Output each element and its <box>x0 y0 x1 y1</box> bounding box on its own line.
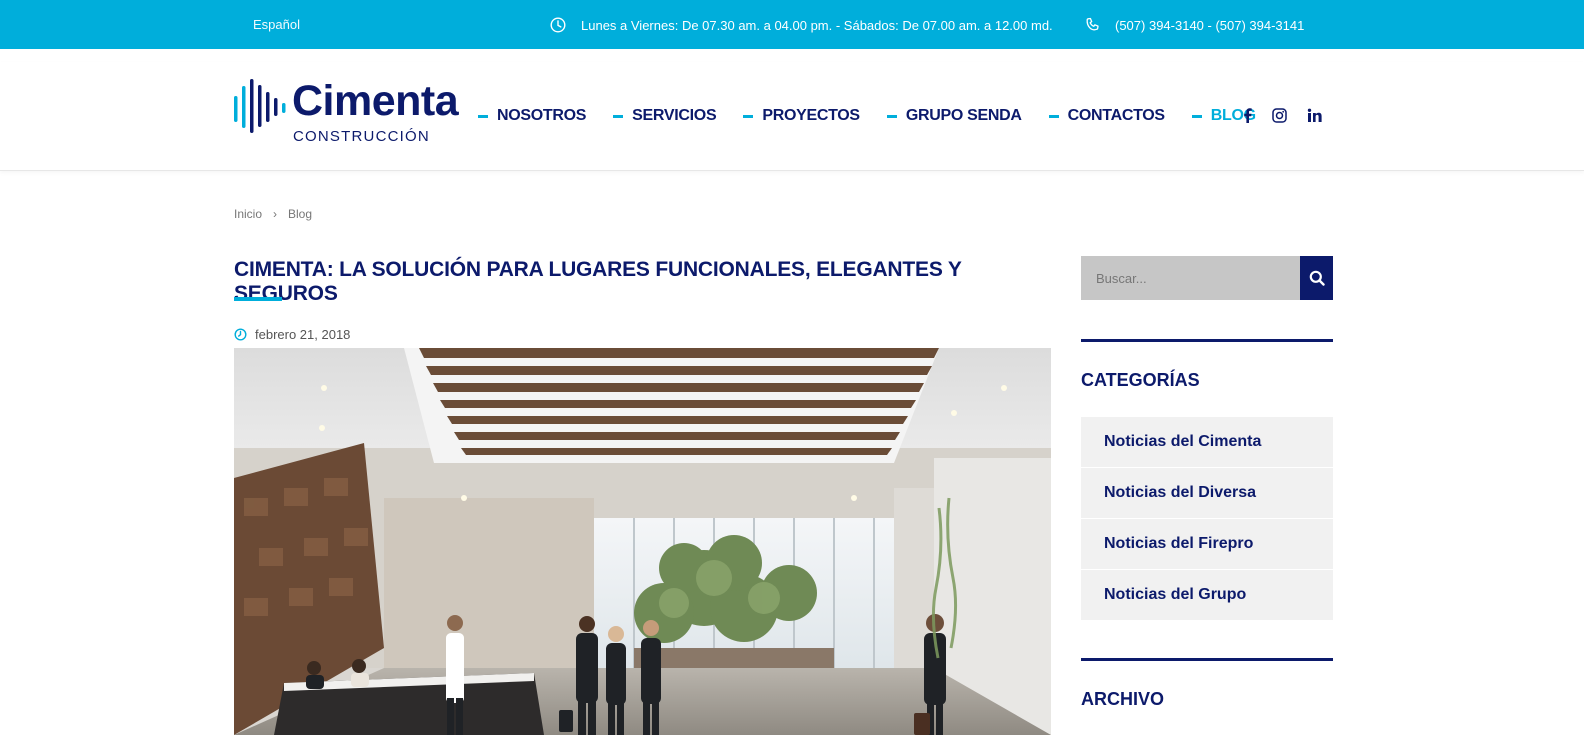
nav-dash <box>1048 114 1059 118</box>
nav-dash <box>478 114 488 118</box>
category-item[interactable]: Noticias del Diversa <box>1081 468 1333 518</box>
search-button[interactable] <box>1300 256 1333 300</box>
nav-item-nosotros[interactable]: NOSOTROS <box>478 107 586 125</box>
category-item[interactable]: Noticias del Cimenta <box>1081 417 1333 467</box>
linkedin-icon[interactable] <box>1307 108 1322 128</box>
nav-label: CONTACTOS <box>1067 107 1165 124</box>
phone-text[interactable]: (507) 394-3140 - (507) 394-3141 <box>1115 18 1304 33</box>
chevron-right-icon: › <box>273 207 278 221</box>
nav-dash <box>743 114 754 118</box>
breadcrumb-home[interactable]: Inicio <box>234 207 262 221</box>
nav-item-proyectos[interactable]: PROYECTOS <box>743 107 860 125</box>
main-nav: NOSOTROS SERVICIOS PROYECTOS GRUPO SENDA… <box>478 107 1283 125</box>
breadcrumb: Inicio › Blog <box>234 207 312 221</box>
facebook-icon[interactable] <box>1243 108 1252 128</box>
nav-label: GRUPO SENDA <box>905 107 1022 124</box>
business-hours: Lunes a Viernes: De 07.30 am. a 04.00 pm… <box>550 17 1053 33</box>
breadcrumb-current: Blog <box>288 207 313 221</box>
search-box: Buscar... <box>1081 256 1333 300</box>
category-item[interactable]: Noticias del Firepro <box>1081 519 1333 569</box>
post-title[interactable]: CIMENTA: LA SOLUCIÓN PARA LUGARES FUNCIO… <box>234 258 1064 306</box>
logo-name: Cimenta <box>292 77 459 125</box>
nav-label: SERVICIOS <box>632 107 717 124</box>
instagram-icon[interactable] <box>1272 108 1287 128</box>
post-featured-image[interactable] <box>234 348 1051 735</box>
lobby-render-image <box>234 348 1051 735</box>
nav-item-grupo-senda[interactable]: GRUPO SENDA <box>886 107 1022 125</box>
logo-subtitle: CONSTRUCCIÓN <box>293 128 430 145</box>
post-date-text: febrero 21, 2018 <box>255 327 351 342</box>
archive-title: ARCHIVO <box>1081 689 1165 709</box>
widget-divider <box>1081 339 1333 342</box>
category-list: Noticias del Cimenta Noticias del Divers… <box>1081 417 1333 621</box>
widget-divider <box>1081 658 1333 661</box>
site-header: Cimenta CONSTRUCCIÓN NOSOTROS SERVICIOS … <box>0 62 1584 171</box>
nav-item-contactos[interactable]: CONTACTOS <box>1048 107 1165 125</box>
nav-dash <box>613 114 624 118</box>
nav-dash <box>1191 114 1202 118</box>
title-underline <box>234 297 282 301</box>
clock-icon <box>234 328 247 341</box>
social-links <box>1243 108 1342 128</box>
search-input[interactable]: Buscar... <box>1081 256 1300 300</box>
search-icon <box>1309 270 1325 286</box>
top-bar: Español Lunes a Viernes: De 07.30 am. a … <box>0 0 1584 49</box>
nav-label: PROYECTOS <box>762 107 860 124</box>
nav-label: NOSOTROS <box>497 107 587 124</box>
sound-wave-logo-icon <box>234 79 286 133</box>
site-logo[interactable]: Cimenta CONSTRUCCIÓN <box>234 76 464 146</box>
phone-icon <box>1086 17 1099 31</box>
nav-dash <box>886 114 897 118</box>
hours-text: Lunes a Viernes: De 07.30 am. a 04.00 pm… <box>581 17 1053 33</box>
language-switch[interactable]: Español <box>253 17 300 32</box>
phone-numbers: (507) 394-3140 - (507) 394-3141 <box>1085 17 1304 33</box>
post-date: febrero 21, 2018 <box>234 327 350 342</box>
clock-icon <box>550 17 566 33</box>
nav-item-servicios[interactable]: SERVICIOS <box>613 107 717 125</box>
categories-title: CATEGORÍAS <box>1081 370 1200 390</box>
category-item[interactable]: Noticias del Grupo <box>1081 570 1333 620</box>
